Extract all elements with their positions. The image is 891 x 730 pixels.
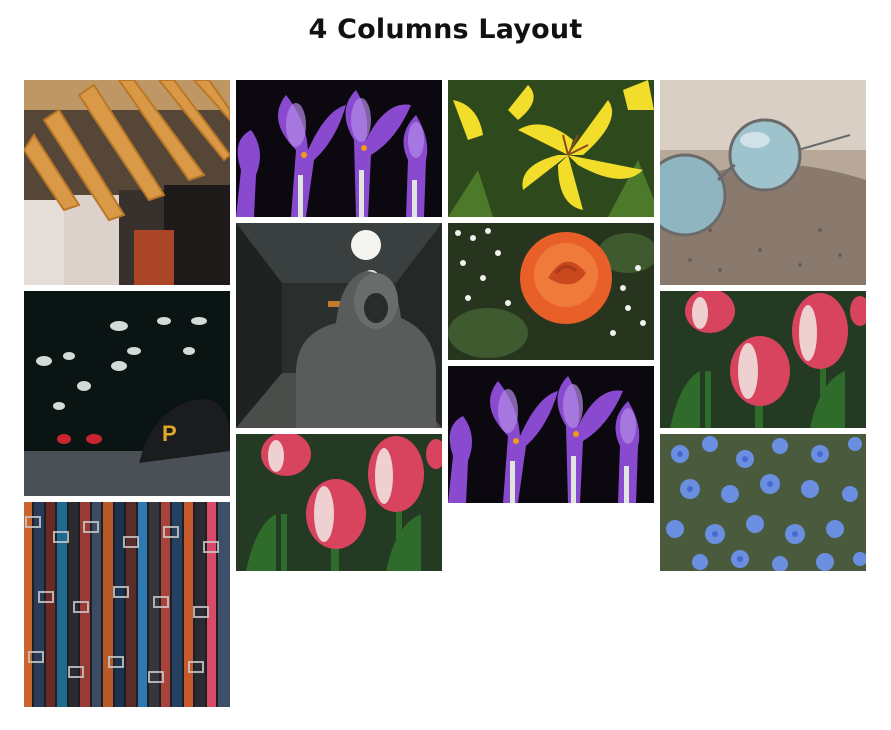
page-title: 4 Columns Layout (308, 14, 583, 45)
clothes-hangers-image[interactable] (24, 80, 230, 285)
purple-crocus-image-2[interactable] (448, 366, 654, 503)
hooded-person-subway-image[interactable] (236, 223, 442, 428)
sunglasses-image[interactable] (660, 80, 866, 285)
baseball-cap-image[interactable]: P (24, 291, 230, 496)
tulips-image-2[interactable] (660, 291, 866, 428)
blue-flowers-image[interactable] (660, 434, 866, 571)
leather-belts-image[interactable] (24, 502, 230, 707)
purple-crocus-image[interactable] (236, 80, 442, 217)
orange-rose-image[interactable] (448, 223, 654, 360)
yellow-lily-image[interactable] (448, 80, 654, 217)
svg-text:P: P (162, 421, 177, 446)
tulips-image[interactable] (236, 434, 442, 571)
